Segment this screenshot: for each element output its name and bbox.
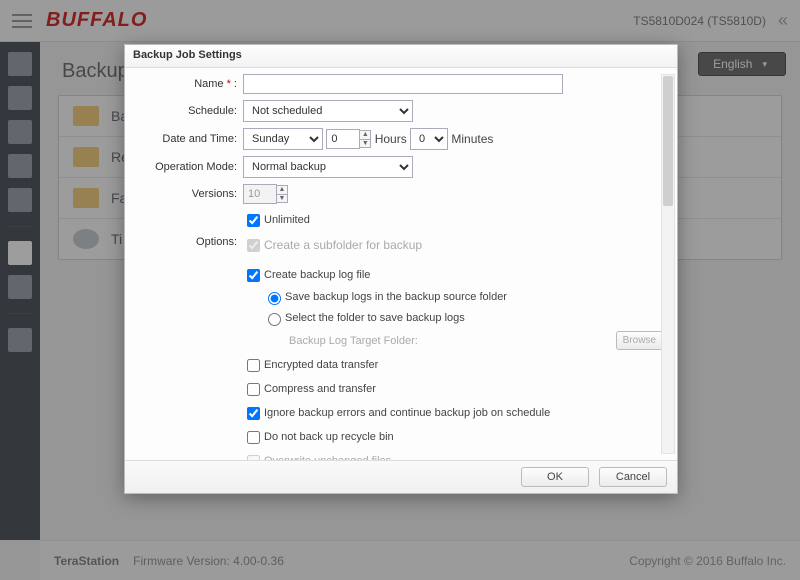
hours-spinner[interactable]: ▲▼ (359, 130, 371, 148)
opt-logfile-label: Create backup log file (264, 269, 370, 281)
opt-ignore-label: Ignore backup errors and continue backup… (264, 407, 550, 419)
opt-subfolder-label: Create a subfolder for backup (264, 238, 422, 252)
opt-enc-label: Encrypted data transfer (264, 359, 378, 371)
unlimited-label: Unlimited (264, 214, 310, 226)
versions-spinner: ▲▼ (276, 185, 288, 203)
datetime-label: Date and Time: (139, 133, 237, 145)
name-label: Name * : (139, 78, 237, 90)
versions-label: Versions: (139, 188, 237, 200)
options-label: Options: (139, 236, 237, 248)
hours-input[interactable] (326, 129, 360, 149)
minutes-unit: Minutes (451, 132, 493, 146)
opt-log-sel-label: Select the folder to save backup logs (285, 312, 465, 324)
opt-logfile-checkbox[interactable] (247, 269, 260, 282)
opt-overwrite-label: Overwrite unchanged files (264, 455, 391, 461)
unlimited-checkbox[interactable] (247, 214, 260, 227)
opt-compress-label: Compress and transfer (264, 383, 376, 395)
opt-log-src-label: Save backup logs in the backup source fo… (285, 291, 507, 303)
name-input[interactable] (243, 74, 563, 94)
opt-recycle-label: Do not back up recycle bin (264, 431, 394, 443)
ok-button[interactable]: OK (521, 467, 589, 487)
dialog-title: Backup Job Settings (125, 45, 677, 68)
opt-recycle-checkbox[interactable] (247, 431, 260, 444)
opmode-label: Operation Mode: (139, 161, 237, 173)
opt-overwrite-checkbox (247, 455, 260, 460)
opt-enc-checkbox[interactable] (247, 359, 260, 372)
opt-log-target-label: Backup Log Target Folder: (289, 335, 418, 347)
backup-job-settings-dialog: Backup Job Settings Name * : Schedule: N… (124, 44, 678, 494)
schedule-select[interactable]: Not scheduled (243, 100, 413, 122)
dialog-scrollbar[interactable] (661, 74, 675, 454)
opt-log-src-radio[interactable] (268, 292, 281, 305)
cancel-button[interactable]: Cancel (599, 467, 667, 487)
opt-subfolder-checkbox (247, 239, 260, 252)
browse-button: Browse (616, 331, 663, 350)
opmode-select[interactable]: Normal backup (243, 156, 413, 178)
versions-input (243, 184, 277, 204)
schedule-label: Schedule: (139, 105, 237, 117)
day-select[interactable]: Sunday (243, 128, 323, 150)
opt-compress-checkbox[interactable] (247, 383, 260, 396)
minutes-select[interactable]: 0 (410, 128, 448, 150)
opt-ignore-checkbox[interactable] (247, 407, 260, 420)
hours-unit: Hours (375, 132, 407, 146)
opt-log-sel-radio[interactable] (268, 313, 281, 326)
